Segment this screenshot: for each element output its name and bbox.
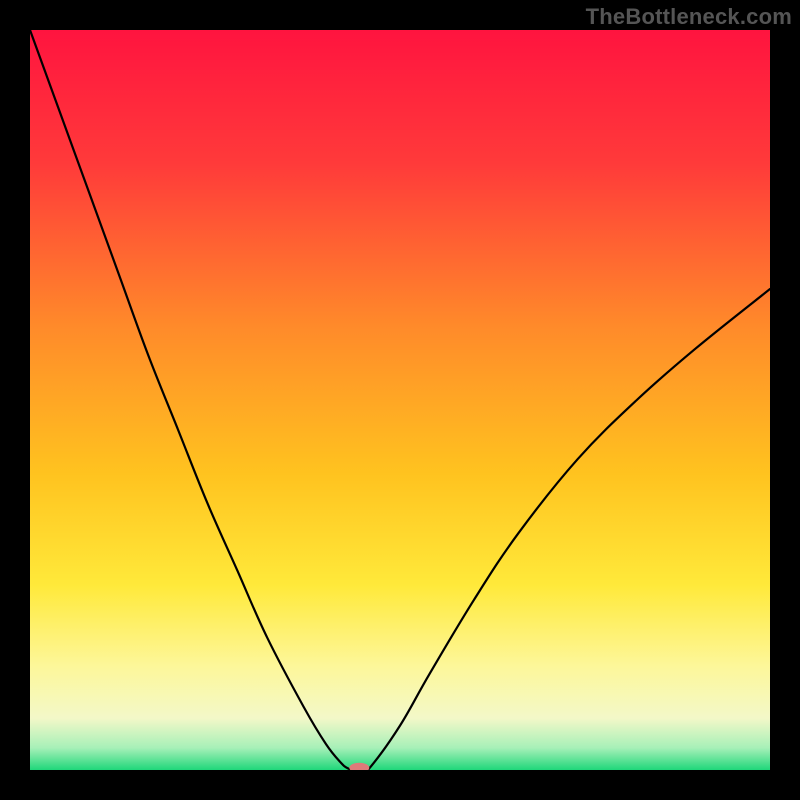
bottleneck-chart xyxy=(0,0,800,800)
watermark-text: TheBottleneck.com xyxy=(586,4,792,30)
minimum-marker xyxy=(349,763,369,773)
gradient-background xyxy=(30,30,770,770)
chart-frame: { "watermark": "TheBottleneck.com", "cha… xyxy=(0,0,800,800)
